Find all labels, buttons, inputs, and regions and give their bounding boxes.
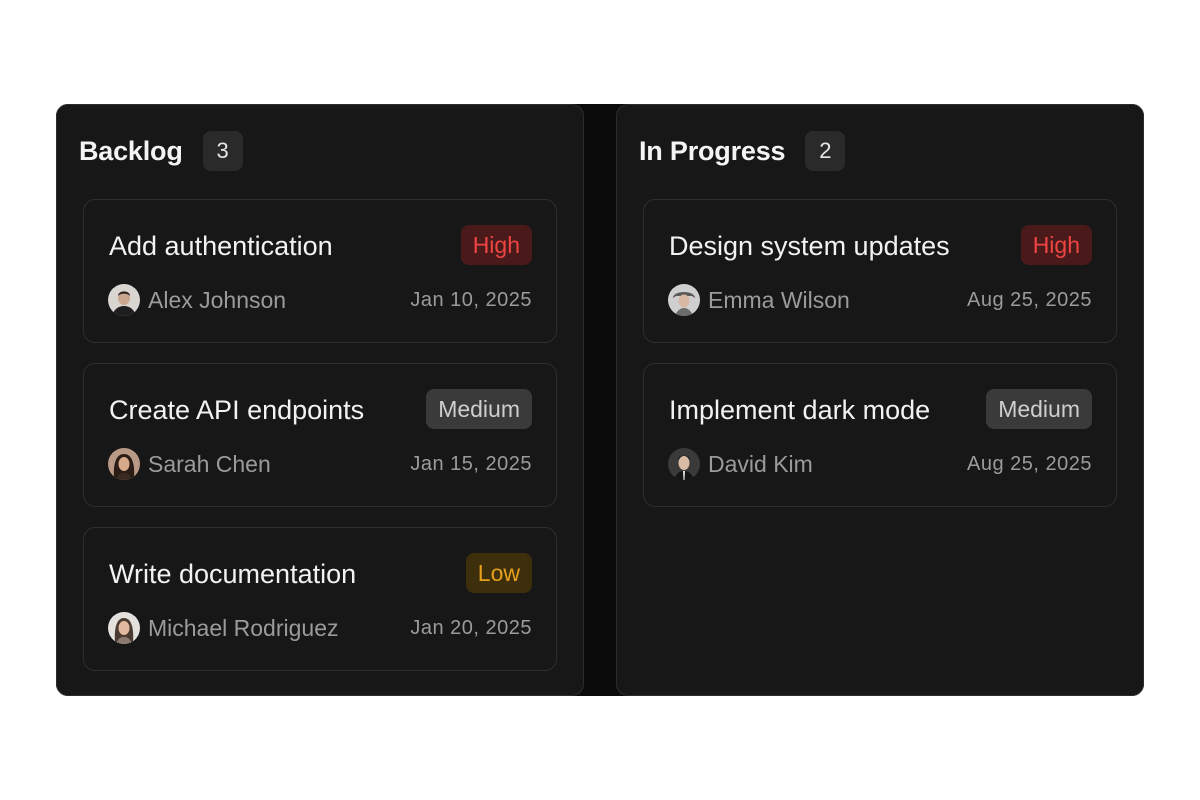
task-card[interactable]: Design system updates High Emma Wilson A…: [643, 199, 1117, 343]
due-date: Jan 15, 2025: [410, 453, 532, 475]
task-title: Write documentation: [109, 559, 357, 589]
column-backlog: Backlog 3 Add authentication High Alex J…: [56, 104, 584, 696]
assignee: Emma Wilson: [668, 284, 850, 316]
assignee: Sarah Chen: [108, 448, 271, 480]
task-title: Design system updates: [669, 231, 950, 261]
task-card[interactable]: Create API endpoints Medium Sarah Chen J…: [83, 363, 557, 507]
task-card[interactable]: Implement dark mode Medium David Kim Aug…: [643, 363, 1117, 507]
avatar: [668, 284, 700, 316]
assignee: David Kim: [668, 448, 813, 480]
column-title: In Progress: [639, 135, 786, 166]
assignee: Michael Rodriguez: [108, 612, 338, 644]
task-card[interactable]: Write documentation Low Michael Rodrigue…: [83, 527, 557, 671]
column-header: In Progress 2: [639, 131, 846, 171]
column-header: Backlog 3: [79, 131, 243, 171]
avatar: [668, 448, 700, 480]
priority-badge: High: [1020, 225, 1092, 265]
assignee-name: Michael Rodriguez: [148, 614, 339, 641]
column-in-progress: In Progress 2 Design system updates High…: [616, 104, 1144, 696]
column-count-badge: 2: [805, 131, 846, 171]
priority-badge: Medium: [426, 389, 532, 429]
priority-badge: Medium: [986, 389, 1092, 429]
due-date: Jan 20, 2025: [410, 617, 532, 639]
due-date: Aug 25, 2025: [967, 453, 1092, 475]
task-title: Implement dark mode: [669, 395, 931, 425]
assignee-name: Emma Wilson: [708, 286, 850, 313]
avatar: [108, 284, 140, 316]
task-title: Add authentication: [109, 231, 333, 261]
assignee-name: Sarah Chen: [148, 450, 271, 477]
assignee: Alex Johnson: [108, 284, 286, 316]
kanban-board: Backlog 3 Add authentication High Alex J…: [56, 104, 1144, 696]
column-title: Backlog: [79, 135, 183, 166]
avatar: [108, 448, 140, 480]
due-date: Jan 10, 2025: [410, 289, 532, 311]
task-card[interactable]: Add authentication High Alex Johnson Jan…: [83, 199, 557, 343]
priority-badge: High: [460, 225, 532, 265]
avatar: [108, 612, 140, 644]
due-date: Aug 25, 2025: [967, 289, 1092, 311]
column-count-badge: 3: [202, 131, 243, 171]
assignee-name: Alex Johnson: [148, 286, 287, 313]
priority-badge: Low: [465, 553, 532, 593]
assignee-name: David Kim: [708, 450, 813, 477]
task-title: Create API endpoints: [109, 395, 365, 425]
